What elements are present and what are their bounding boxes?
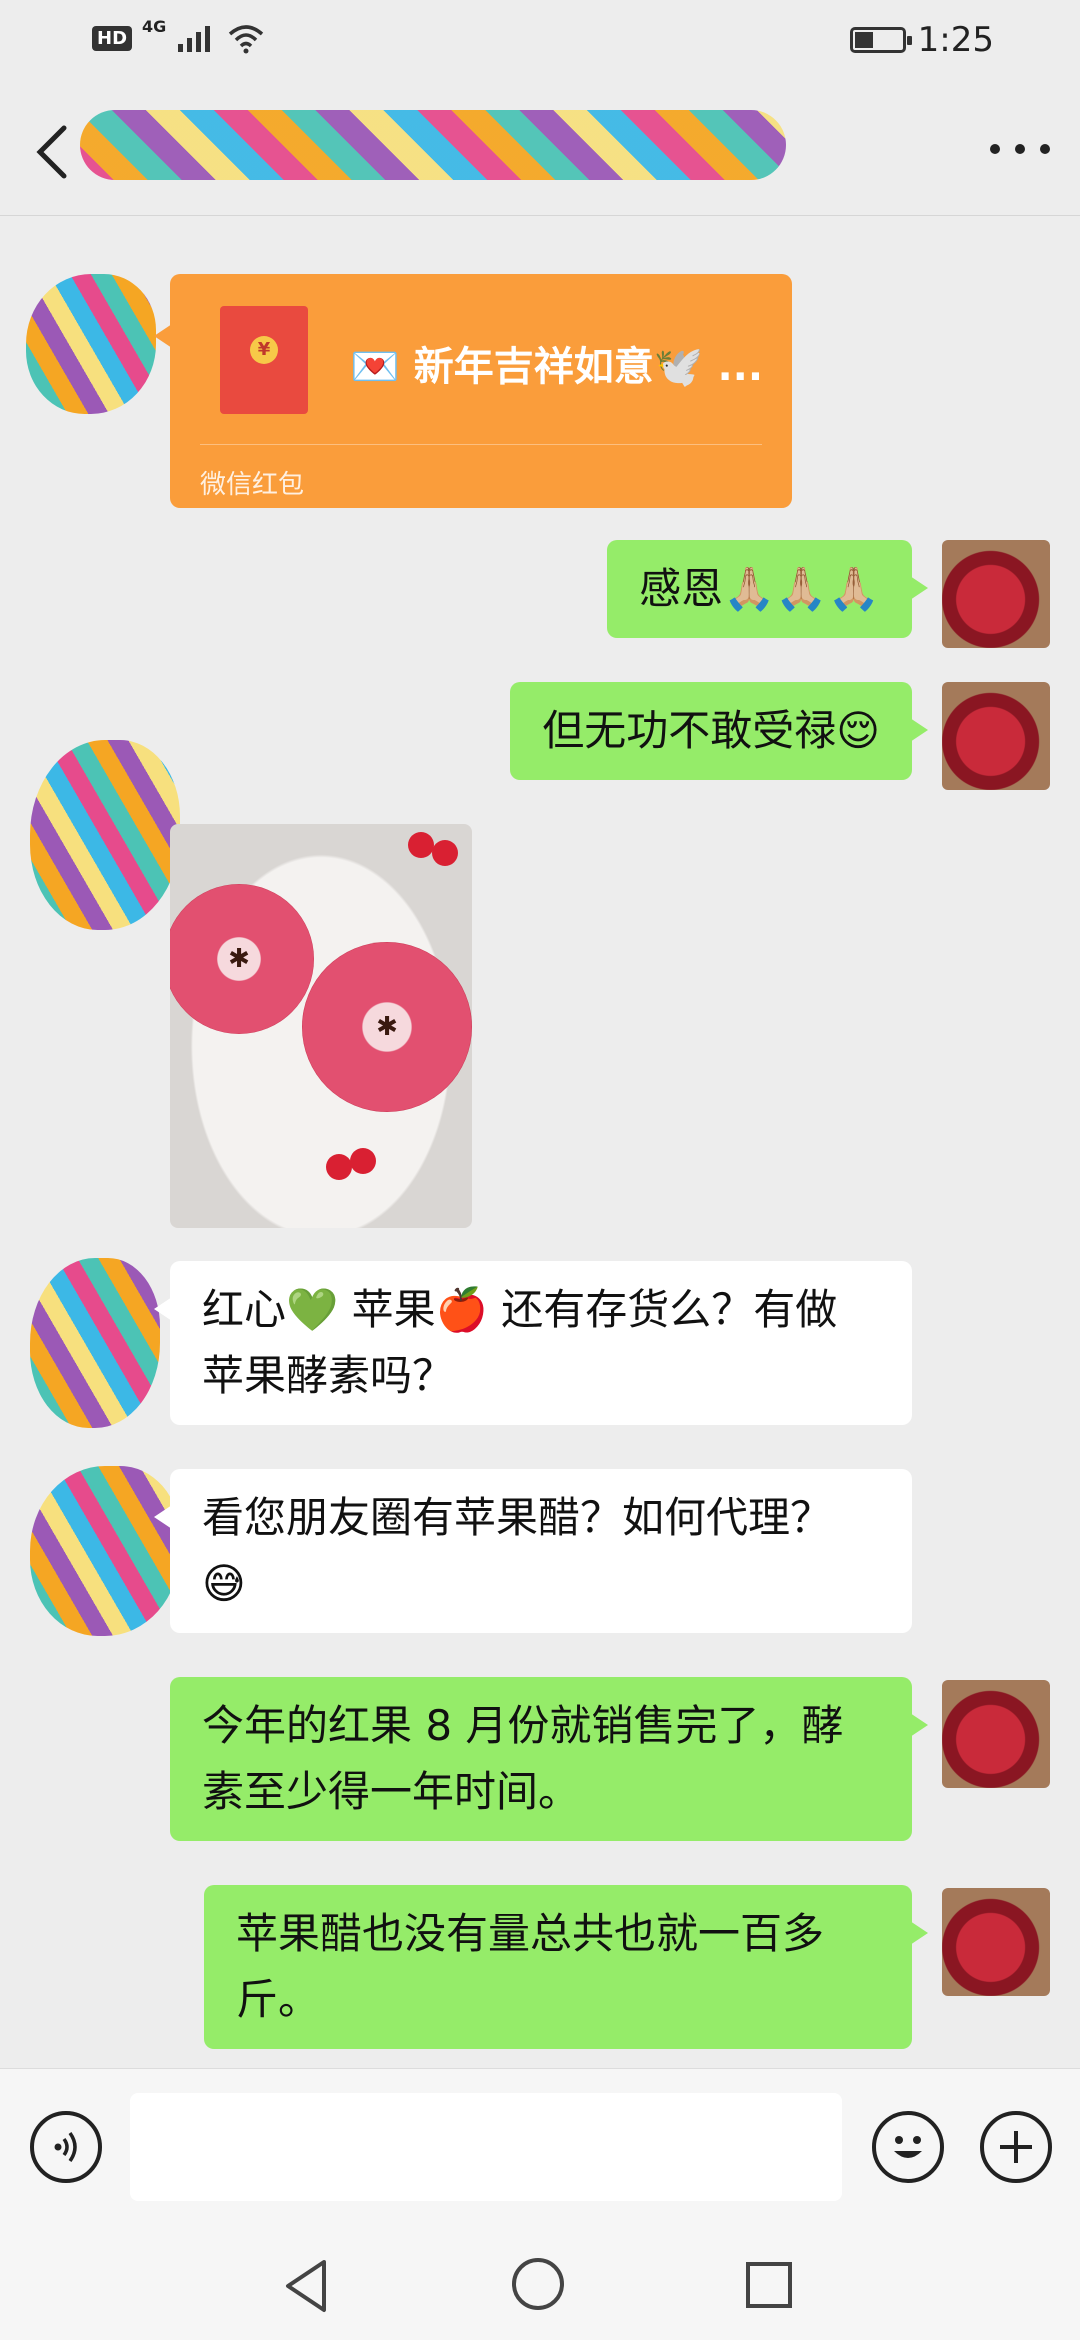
message-text: 但无功不敢受禄😌 (542, 706, 880, 755)
clock: 1:25 (917, 20, 994, 60)
sent-message[interactable]: 感恩🙏🏼🙏🏼🙏🏼 (607, 540, 928, 638)
hd-badge: HD (92, 25, 133, 51)
nav-back-icon[interactable] (280, 2258, 332, 2314)
chevron-left-icon[interactable] (28, 122, 78, 182)
red-packet-title: 💌 新年吉祥如意🕊️ ... (350, 344, 764, 390)
photo-message[interactable]: ✱ ✱ (170, 824, 472, 1228)
emoji-icon[interactable] (872, 2111, 944, 2183)
coin-icon: ¥ (250, 336, 278, 364)
status-left: HD 4G (92, 17, 266, 54)
status-bar: HD 4G 1:25 (0, 0, 1080, 84)
red-packet-label: 微信红包 (200, 470, 305, 500)
message-input[interactable] (130, 2093, 842, 2201)
status-right: 1:25 (849, 20, 994, 60)
contact-avatar[interactable] (30, 1258, 160, 1428)
my-avatar[interactable] (942, 682, 1050, 790)
divider (200, 444, 762, 445)
apple-image: ✱ (302, 942, 472, 1112)
wifi-icon (229, 25, 264, 54)
red-packet-message[interactable]: ¥ 💌 新年吉祥如意🕊️ ... 微信红包 (154, 274, 792, 508)
contact-avatar[interactable] (30, 740, 180, 930)
signal-icon (178, 26, 211, 52)
sent-message[interactable]: 苹果醋也没有量总共也就一百多 斤。 (204, 1885, 928, 2049)
message-text-line: 红心💚 苹果🍎 还有存货么？有做 (202, 1285, 838, 1334)
more-dots-icon[interactable] (990, 134, 1050, 164)
nav-home-icon[interactable] (512, 2258, 564, 2310)
plus-icon[interactable] (980, 2111, 1052, 2183)
message-text-line: 苹果醋也没有量总共也就一百多 (236, 1909, 825, 1958)
message-text-line: 今年的红果 8 月份就销售完了，酵 (202, 1701, 844, 1750)
input-bar (0, 2068, 1080, 2228)
network-label: 4G (142, 16, 167, 36)
message-text-line: 素至少得一年时间。 (202, 1767, 581, 1816)
my-avatar[interactable] (942, 1888, 1050, 1996)
my-avatar[interactable] (942, 540, 1050, 648)
nav-recent-apps-icon[interactable] (746, 2262, 792, 2308)
received-message[interactable]: 看您朋友圈有苹果醋？如何代理？ 😅 (154, 1469, 912, 1633)
system-navigation-bar (0, 2228, 1080, 2340)
chat-message-list[interactable]: ¥ 💌 新年吉祥如意🕊️ ... 微信红包 感恩🙏🏼🙏🏼🙏🏼 但无功不敢受禄😌 … (0, 216, 1080, 2068)
contact-avatar[interactable] (30, 1466, 180, 1636)
apple-image: ✱ (170, 884, 314, 1034)
sent-message[interactable]: 但无功不敢受禄😌 (510, 682, 928, 780)
message-text-line: 苹果酵素吗？ (202, 1351, 455, 1400)
message-text: 感恩🙏🏼🙏🏼🙏🏼 (639, 564, 880, 613)
chat-header (0, 84, 1080, 216)
my-avatar[interactable] (942, 1680, 1050, 1788)
message-text-line: 😅 (202, 1559, 246, 1608)
message-text-line: 斤。 (236, 1975, 321, 2024)
red-envelope-icon: ¥ (220, 306, 308, 414)
voice-icon[interactable] (30, 2111, 102, 2183)
sent-message[interactable]: 今年的红果 8 月份就销售完了，酵 素至少得一年时间。 (170, 1677, 928, 1841)
chat-title-redacted (80, 110, 786, 180)
battery-icon (849, 27, 912, 53)
message-text-line: 看您朋友圈有苹果醋？如何代理？ (202, 1493, 833, 1542)
contact-avatar[interactable] (26, 274, 156, 414)
received-message[interactable]: 红心💚 苹果🍎 还有存货么？有做 苹果酵素吗？ (154, 1261, 912, 1425)
